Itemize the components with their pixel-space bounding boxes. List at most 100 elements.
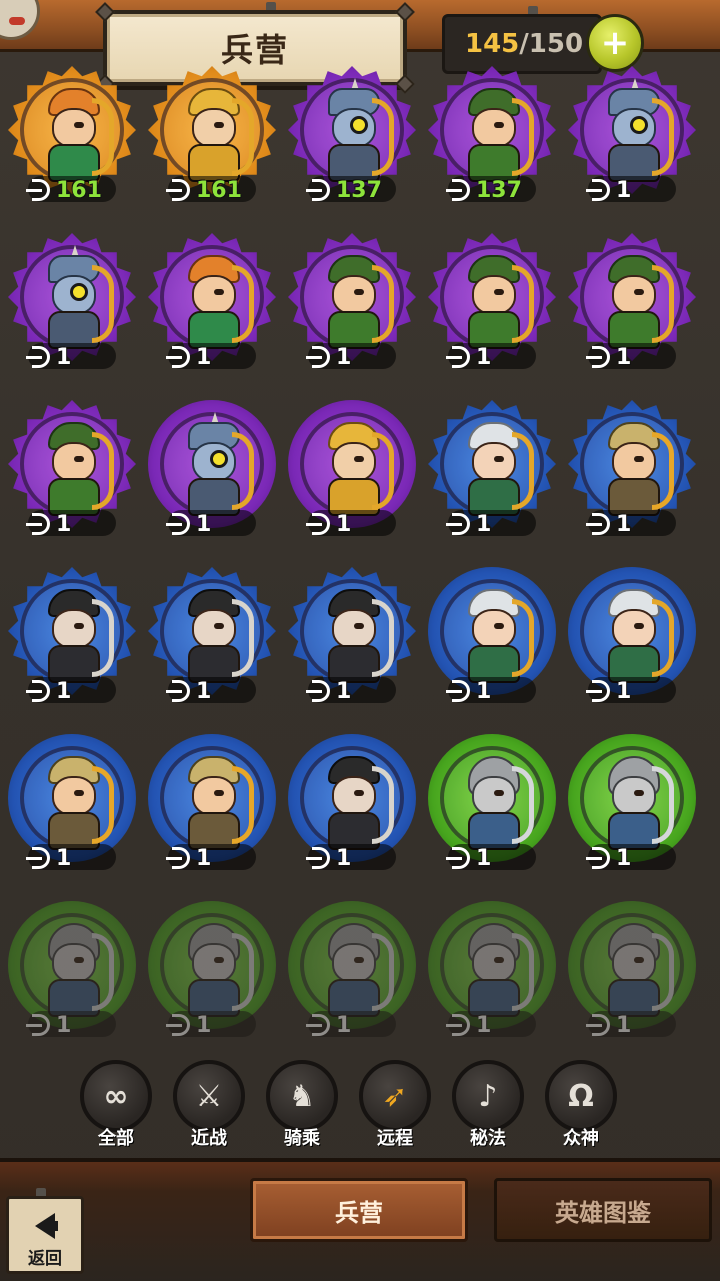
ranged-type-icon bbox=[586, 1014, 610, 1036]
unit-card[interactable]: 161 bbox=[4, 60, 140, 210]
unit-count: 1 bbox=[586, 844, 631, 872]
unit-card[interactable]: 1 bbox=[284, 895, 420, 1045]
unit-card[interactable]: 1 bbox=[144, 561, 280, 711]
unit-weapon bbox=[652, 98, 674, 176]
unit-eye bbox=[634, 957, 644, 963]
unit-card[interactable]: 1 bbox=[424, 895, 560, 1045]
filter-mounted[interactable]: ♞ 骑乘 bbox=[266, 1060, 340, 1152]
ranged-type-icon bbox=[26, 1014, 50, 1036]
unit-count: 1 bbox=[306, 677, 351, 705]
unit-eye bbox=[354, 623, 364, 629]
unit-face bbox=[332, 943, 376, 983]
unit-eye bbox=[74, 957, 84, 963]
unit-weapon bbox=[372, 599, 394, 677]
unit-count-value: 161 bbox=[56, 177, 102, 203]
unit-eye bbox=[494, 790, 504, 796]
unit-count-value: 1 bbox=[336, 845, 352, 871]
unit-face bbox=[612, 275, 656, 315]
unit-count-value: 1 bbox=[56, 511, 72, 537]
unit-card[interactable]: 1 bbox=[564, 394, 700, 544]
tab-barracks[interactable]: 兵营 bbox=[250, 1178, 468, 1242]
ranged-type-icon bbox=[446, 513, 470, 535]
unit-card[interactable]: 1 bbox=[144, 394, 280, 544]
filter-label: 众神 bbox=[563, 1128, 599, 1149]
unit-count: 1 bbox=[306, 1011, 351, 1039]
unit-card[interactable]: 1 bbox=[564, 728, 700, 878]
unit-portrait bbox=[586, 915, 678, 1025]
unit-count: 1 bbox=[166, 844, 211, 872]
filter-all[interactable]: ∞ 全部 bbox=[80, 1060, 154, 1152]
unit-count-value: 1 bbox=[476, 344, 492, 370]
unit-card[interactable]: 161 bbox=[144, 60, 280, 210]
unit-card[interactable]: 1 bbox=[424, 394, 560, 544]
unit-face bbox=[192, 108, 236, 148]
unit-card[interactable]: 1 bbox=[4, 394, 140, 544]
unit-eye bbox=[214, 623, 224, 629]
unit-card[interactable]: 1 bbox=[144, 728, 280, 878]
unit-card[interactable]: 1 bbox=[424, 227, 560, 377]
unit-weapon bbox=[92, 766, 114, 844]
unit-count: 1 bbox=[586, 677, 631, 705]
unit-count: 1 bbox=[306, 343, 351, 371]
unit-face bbox=[52, 776, 96, 816]
filter-melee[interactable]: ⚔ 近战 bbox=[173, 1060, 247, 1152]
unit-card[interactable]: 137 bbox=[424, 60, 560, 210]
filter-ranged[interactable]: ➶ 远程 bbox=[359, 1060, 433, 1152]
unit-filter-bar: ∞ 全部 ⚔ 近战 ♞ 骑乘 ➶ 远程 ♪ 秘法 Ω 众神 bbox=[80, 1060, 640, 1150]
unit-card[interactable]: 1 bbox=[424, 561, 560, 711]
unit-portrait bbox=[26, 581, 118, 691]
unit-weapon bbox=[512, 933, 534, 1011]
unit-card[interactable]: 1 bbox=[284, 728, 420, 878]
unit-count: 1 bbox=[586, 176, 632, 204]
capacity-max: 150 bbox=[528, 29, 584, 59]
unit-count-value: 1 bbox=[616, 177, 632, 203]
unit-card[interactable]: 1 bbox=[284, 394, 420, 544]
unit-card[interactable]: 1 bbox=[564, 227, 700, 377]
unit-eye bbox=[74, 623, 84, 629]
unit-card[interactable]: 1 bbox=[4, 728, 140, 878]
unit-count-value: 137 bbox=[476, 177, 522, 203]
bow-icon: ➶ bbox=[359, 1060, 431, 1132]
ranged-type-icon bbox=[26, 680, 50, 702]
unit-eye bbox=[214, 790, 224, 796]
unit-card[interactable]: 1 bbox=[284, 561, 420, 711]
unit-card[interactable]: 1 bbox=[424, 728, 560, 878]
unit-face bbox=[332, 442, 376, 482]
unit-card[interactable]: 1 bbox=[284, 227, 420, 377]
unit-weapon bbox=[652, 265, 674, 343]
unit-portrait bbox=[446, 414, 538, 524]
unit-card[interactable]: 1 bbox=[4, 227, 140, 377]
unit-eye bbox=[354, 289, 364, 295]
unit-card[interactable]: 137 bbox=[284, 60, 420, 210]
unit-face bbox=[52, 108, 96, 148]
unit-portrait bbox=[306, 78, 398, 190]
tab-barracks-label: 兵营 bbox=[335, 1198, 383, 1227]
unit-portrait bbox=[446, 581, 538, 691]
unit-card[interactable]: 1 bbox=[4, 895, 140, 1045]
plus-icon: + bbox=[600, 23, 630, 63]
unit-weapon bbox=[512, 766, 534, 844]
unit-portrait bbox=[306, 915, 398, 1025]
unit-weapon bbox=[232, 98, 254, 176]
ranged-type-icon bbox=[586, 680, 610, 702]
unit-weapon bbox=[92, 98, 114, 176]
unit-card[interactable]: 1 bbox=[4, 561, 140, 711]
unit-card[interactable]: 1 bbox=[144, 895, 280, 1045]
unit-card[interactable]: 1 bbox=[564, 60, 700, 210]
tab-hero-codex[interactable]: 英雄图鉴 bbox=[494, 1178, 712, 1242]
ranged-type-icon bbox=[446, 680, 470, 702]
unit-card[interactable]: 1 bbox=[564, 895, 700, 1045]
filter-arcane[interactable]: ♪ 秘法 bbox=[452, 1060, 526, 1152]
unit-card[interactable]: 1 bbox=[144, 227, 280, 377]
back-button[interactable]: 返回 bbox=[6, 1196, 84, 1274]
ranged-type-icon bbox=[446, 1014, 470, 1036]
unit-count-value: 1 bbox=[616, 344, 632, 370]
unit-weapon bbox=[92, 432, 114, 510]
unit-face bbox=[612, 776, 656, 816]
unit-count: 1 bbox=[446, 677, 491, 705]
unit-card[interactable]: 1 bbox=[564, 561, 700, 711]
ranged-type-icon bbox=[306, 179, 330, 201]
unit-eye bbox=[214, 289, 224, 295]
tab-hero-codex-label: 英雄图鉴 bbox=[555, 1198, 651, 1227]
filter-gods[interactable]: Ω 众神 bbox=[545, 1060, 619, 1152]
